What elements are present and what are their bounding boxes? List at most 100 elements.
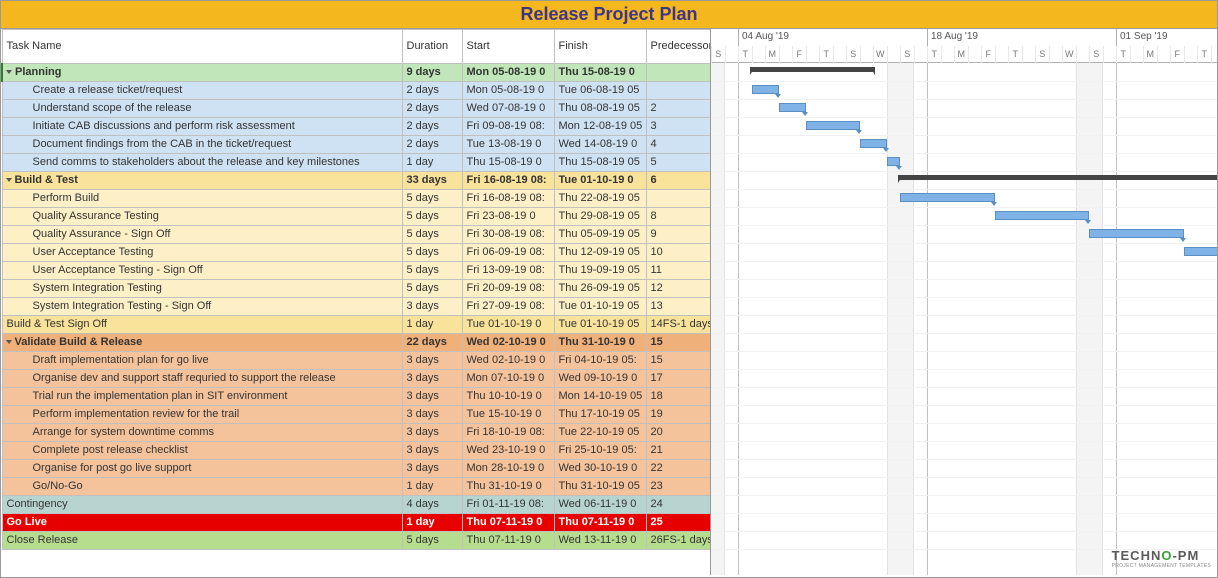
cell-task-name[interactable]: Send comms to stakeholders about the rel… (2, 154, 402, 172)
gantt-task-bar[interactable] (779, 103, 806, 112)
cell-task-name[interactable]: Create a release ticket/request (2, 82, 402, 100)
cell-duration[interactable]: 5 days (402, 532, 462, 550)
cell-start[interactable]: Mon 07-10-19 0 (462, 370, 554, 388)
table-row[interactable]: Quality Assurance - Sign Off5 daysFri 30… (2, 226, 711, 244)
cell-start[interactable]: Fri 27-09-19 08: (462, 298, 554, 316)
cell-task-name[interactable]: Go Live (2, 514, 402, 532)
gantt-task-bar[interactable] (900, 193, 995, 202)
cell-start[interactable]: Fri 30-08-19 08: (462, 226, 554, 244)
cell-finish[interactable]: Thu 08-08-19 05 (554, 100, 646, 118)
table-row[interactable]: Create a release ticket/request2 daysMon… (2, 82, 711, 100)
cell-pred[interactable]: 23 (646, 478, 711, 496)
cell-finish[interactable]: Wed 09-10-19 0 (554, 370, 646, 388)
cell-start[interactable]: Thu 07-11-19 0 (462, 532, 554, 550)
cell-finish[interactable]: Tue 06-08-19 05 (554, 82, 646, 100)
cell-task-name[interactable]: Draft implementation plan for go live (2, 352, 402, 370)
cell-duration[interactable]: 5 days (402, 262, 462, 280)
cell-start[interactable]: Fri 01-11-19 08: (462, 496, 554, 514)
cell-duration[interactable]: 3 days (402, 460, 462, 478)
cell-duration[interactable]: 2 days (402, 136, 462, 154)
cell-start[interactable]: Thu 07-11-19 0 (462, 514, 554, 532)
cell-finish[interactable]: Fri 25-10-19 05: (554, 442, 646, 460)
cell-duration[interactable]: 4 days (402, 496, 462, 514)
table-row[interactable]: System Integration Testing - Sign Off3 d… (2, 298, 711, 316)
col-duration[interactable]: Duration (402, 30, 462, 64)
gantt-summary-bar[interactable] (752, 67, 874, 72)
col-predecessors[interactable]: Predecessors (646, 30, 711, 64)
cell-duration[interactable]: 9 days (402, 64, 462, 82)
cell-pred[interactable]: 21 (646, 442, 711, 460)
cell-task-name[interactable]: Trial run the implementation plan in SIT… (2, 388, 402, 406)
cell-start[interactable]: Mon 05-08-19 0 (462, 64, 554, 82)
cell-pred[interactable]: 6 (646, 172, 711, 190)
cell-task-name[interactable]: Build & Test Sign Off (2, 316, 402, 334)
table-row[interactable]: Complete post release checklist3 daysWed… (2, 442, 711, 460)
table-row[interactable]: Contingency4 daysFri 01-11-19 08:Wed 06-… (2, 496, 711, 514)
cell-start[interactable]: Wed 02-10-19 0 (462, 352, 554, 370)
table-row[interactable]: Arrange for system downtime comms3 daysF… (2, 424, 711, 442)
table-row[interactable]: User Acceptance Testing - Sign Off5 days… (2, 262, 711, 280)
cell-finish[interactable]: Thu 29-08-19 05 (554, 208, 646, 226)
cell-finish[interactable]: Thu 07-11-19 0 (554, 514, 646, 532)
collapse-arrow-icon[interactable] (6, 70, 12, 74)
gantt-task-bar[interactable] (806, 121, 860, 130)
gantt-task-bar[interactable] (887, 157, 901, 166)
cell-pred[interactable]: 11 (646, 262, 711, 280)
cell-start[interactable]: Wed 07-08-19 0 (462, 100, 554, 118)
cell-task-name[interactable]: Arrange for system downtime comms (2, 424, 402, 442)
cell-task-name[interactable]: Quality Assurance - Sign Off (2, 226, 402, 244)
cell-pred[interactable]: 8 (646, 208, 711, 226)
cell-duration[interactable]: 3 days (402, 442, 462, 460)
cell-task-name[interactable]: System Integration Testing (2, 280, 402, 298)
cell-finish[interactable]: Thu 12-09-19 05 (554, 244, 646, 262)
cell-start[interactable]: Mon 28-10-19 0 (462, 460, 554, 478)
cell-finish[interactable]: Wed 14-08-19 0 (554, 136, 646, 154)
cell-finish[interactable]: Thu 17-10-19 05 (554, 406, 646, 424)
cell-finish[interactable]: Wed 13-11-19 0 (554, 532, 646, 550)
table-row[interactable]: Perform implementation review for the tr… (2, 406, 711, 424)
cell-pred[interactable] (646, 64, 711, 82)
cell-pred[interactable]: 13 (646, 298, 711, 316)
cell-pred[interactable]: 25 (646, 514, 711, 532)
table-row[interactable]: User Acceptance Testing5 daysFri 06-09-1… (2, 244, 711, 262)
cell-finish[interactable]: Wed 30-10-19 0 (554, 460, 646, 478)
cell-start[interactable]: Fri 16-08-19 08: (462, 172, 554, 190)
cell-start[interactable]: Wed 23-10-19 0 (462, 442, 554, 460)
cell-duration[interactable]: 1 day (402, 154, 462, 172)
cell-duration[interactable]: 5 days (402, 190, 462, 208)
table-row[interactable]: Organise for post go live support3 daysM… (2, 460, 711, 478)
cell-pred[interactable]: 17 (646, 370, 711, 388)
cell-finish[interactable]: Mon 12-08-19 05 (554, 118, 646, 136)
cell-pred[interactable]: 18 (646, 388, 711, 406)
cell-task-name[interactable]: Go/No-Go (2, 478, 402, 496)
cell-task-name[interactable]: User Acceptance Testing - Sign Off (2, 262, 402, 280)
cell-pred[interactable]: 19 (646, 406, 711, 424)
col-finish[interactable]: Finish (554, 30, 646, 64)
table-row[interactable]: Organise dev and support staff requried … (2, 370, 711, 388)
collapse-arrow-icon[interactable] (6, 340, 12, 344)
cell-duration[interactable]: 3 days (402, 406, 462, 424)
table-row[interactable]: Validate Build & Release22 daysWed 02-10… (2, 334, 711, 352)
cell-pred[interactable]: 2 (646, 100, 711, 118)
cell-task-name[interactable]: Close Release (2, 532, 402, 550)
cell-duration[interactable]: 2 days (402, 100, 462, 118)
cell-duration[interactable]: 5 days (402, 226, 462, 244)
cell-finish[interactable]: Thu 26-09-19 05 (554, 280, 646, 298)
cell-start[interactable]: Fri 16-08-19 08: (462, 190, 554, 208)
cell-pred[interactable]: 10 (646, 244, 711, 262)
cell-duration[interactable]: 3 days (402, 370, 462, 388)
cell-duration[interactable]: 3 days (402, 352, 462, 370)
cell-finish[interactable]: Tue 01-10-19 05 (554, 316, 646, 334)
cell-pred[interactable] (646, 82, 711, 100)
cell-pred[interactable]: 15 (646, 352, 711, 370)
cell-duration[interactable]: 1 day (402, 478, 462, 496)
collapse-arrow-icon[interactable] (6, 178, 12, 182)
cell-finish[interactable]: Tue 01-10-19 05 (554, 298, 646, 316)
cell-start[interactable]: Fri 18-10-19 08: (462, 424, 554, 442)
cell-finish[interactable]: Mon 14-10-19 05 (554, 388, 646, 406)
table-row[interactable]: Draft implementation plan for go live3 d… (2, 352, 711, 370)
cell-duration[interactable]: 2 days (402, 118, 462, 136)
cell-task-name[interactable]: Understand scope of the release (2, 100, 402, 118)
cell-start[interactable]: Fri 13-09-19 08: (462, 262, 554, 280)
cell-duration[interactable]: 5 days (402, 280, 462, 298)
